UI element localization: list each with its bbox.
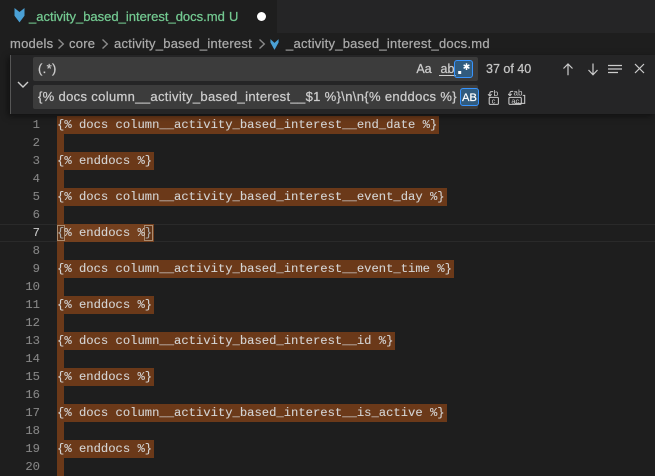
svg-text:ac: ac bbox=[511, 96, 519, 105]
svg-text:c: c bbox=[492, 96, 496, 105]
